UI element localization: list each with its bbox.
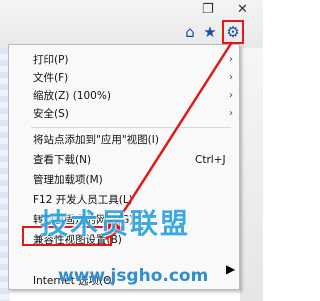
chevron-right-icon: ›	[229, 90, 233, 101]
menu-item-manage-addons[interactable]: 管理加载项(M)	[9, 171, 239, 189]
menu-item-security[interactable]: 安全(S) ›	[9, 105, 239, 123]
menu-item-print[interactable]: 打印(P) ›	[9, 51, 239, 69]
menu-separator	[31, 127, 231, 128]
home-icon[interactable]: ⌂	[180, 22, 200, 42]
page-background-right	[240, 48, 263, 301]
browser-titlebar: ❐ ✕ ⌂ ★ ⚙	[0, 0, 263, 48]
watermark-url: www.jsgho.com	[58, 266, 209, 286]
shortcut-label: Ctrl+J	[195, 154, 226, 166]
close-button[interactable]: ✕	[237, 2, 248, 17]
mouse-cursor-icon: ▶	[226, 262, 236, 276]
tools-highlight-box	[222, 20, 244, 44]
favorites-icon[interactable]: ★	[200, 22, 220, 42]
menu-item-label: 文件(F)	[33, 72, 69, 84]
menu-item-zoom[interactable]: 缩放(Z) (100%) ›	[9, 87, 239, 105]
chevron-right-icon: ›	[229, 54, 233, 65]
tools-menu: 打印(P) › 文件(F) › 缩放(Z) (100%) › 安全(S) › 将…	[8, 44, 240, 290]
menu-item-label: 管理加载项(M)	[33, 174, 103, 186]
menu-item-add-to-apps[interactable]: 将站点添加到"应用"视图(I)	[9, 131, 239, 149]
menu-item-label: 缩放(Z) (100%)	[33, 90, 111, 102]
menu-item-label: 打印(P)	[33, 54, 69, 66]
menu-item-label: 安全(S)	[33, 108, 69, 120]
menu-item-view-downloads[interactable]: 查看下载(N) Ctrl+J	[9, 151, 239, 169]
chevron-right-icon: ›	[229, 72, 233, 83]
chevron-right-icon: ›	[229, 108, 233, 119]
watermark-text: 技术员联盟	[40, 207, 191, 240]
menu-item-label: 查看下载(N)	[33, 154, 92, 166]
restore-button[interactable]: ❐	[202, 2, 214, 17]
menu-item-file[interactable]: 文件(F) ›	[9, 69, 239, 87]
menu-item-label: 将站点添加到"应用"视图(I)	[33, 134, 159, 146]
